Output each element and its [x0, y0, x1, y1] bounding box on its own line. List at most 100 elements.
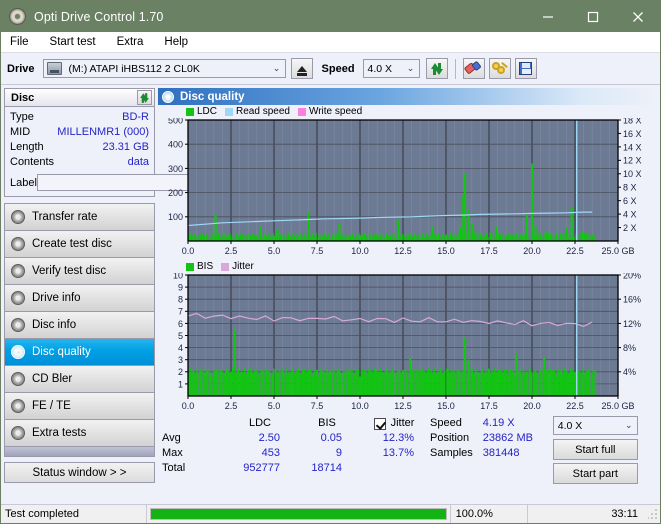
speed-info-label: Speed [430, 416, 473, 431]
sidebar-item-label: Drive info [32, 292, 81, 304]
elapsed-time-value: 33:11 [611, 508, 638, 520]
svg-text:3: 3 [178, 355, 183, 365]
nav-list: Transfer rate Create test disc Verify te… [4, 203, 155, 457]
refresh-icon [139, 92, 149, 103]
progress-fill [151, 509, 446, 519]
close-button[interactable] [615, 1, 660, 32]
sidebar-item-label: Transfer rate [32, 211, 97, 223]
stats-panel: LDC BIS Jitter Avg 2.50 0.05 12.3% Max 4… [158, 416, 656, 487]
save-icon [519, 62, 532, 75]
svg-text:5: 5 [178, 331, 183, 341]
chevron-down-icon: ⌄ [621, 420, 637, 431]
legend-swatch-ldc [186, 108, 194, 116]
sidebar-item-cd-bler[interactable]: CD Bler [5, 366, 154, 393]
svg-text:8%: 8% [623, 343, 636, 353]
ldc-chart-legend: LDC Read speed Write speed [158, 105, 656, 118]
disc-icon [11, 264, 25, 278]
eject-button[interactable] [291, 58, 313, 79]
samples-info-label: Samples [430, 446, 473, 461]
eject-icon [297, 66, 307, 72]
svg-text:12 X: 12 X [623, 156, 642, 166]
sidebar-item-drive-info[interactable]: Drive info [5, 285, 154, 312]
toolbar-divider [455, 59, 456, 79]
svg-text:4: 4 [178, 343, 183, 353]
stats-row-avg-label: Avg [162, 431, 224, 446]
stats-total-ldc: 952777 [224, 461, 296, 476]
jitter-label: Jitter [391, 416, 415, 431]
disc-icon [11, 291, 25, 305]
menu-file[interactable]: File [10, 36, 29, 48]
refresh-button[interactable] [426, 58, 448, 79]
legend-label-ldc: LDC [197, 106, 217, 117]
erase-button[interactable] [463, 58, 485, 79]
status-window-button[interactable]: Status window > > [4, 462, 155, 483]
svg-text:2.5: 2.5 [225, 246, 238, 256]
drive-icon [47, 62, 62, 75]
legend-swatch-read-speed [225, 108, 233, 116]
sidebar-item-label: Disc info [32, 319, 76, 331]
svg-text:10.0: 10.0 [351, 246, 369, 256]
stats-avg-bis: 0.05 [296, 431, 358, 446]
test-speed-select[interactable]: 4.0 X ⌄ [553, 416, 638, 435]
svg-text:2 X: 2 X [623, 223, 637, 233]
disc-row-contents: Contents data [10, 155, 149, 170]
sidebar-item-disc-info[interactable]: Disc info [5, 312, 154, 339]
svg-text:5.0: 5.0 [268, 401, 281, 411]
keys-button[interactable] [489, 58, 511, 79]
start-full-button[interactable]: Start full [553, 439, 638, 460]
sidebar-item-verify-test-disc[interactable]: Verify test disc [5, 258, 154, 285]
stats-avg-ldc: 2.50 [224, 431, 296, 446]
legend-label-write-speed: Write speed [309, 106, 362, 117]
sidebar-item-fe-te[interactable]: FE / TE [5, 393, 154, 420]
ldc-chart-svg: 1002003004005002 X4 X6 X8 X10 X12 X14 X1… [158, 118, 652, 258]
disc-type-label: Type [10, 110, 34, 125]
legend-swatch-jitter [221, 263, 229, 271]
svg-text:20.0: 20.0 [523, 246, 541, 256]
menu-help[interactable]: Help [164, 36, 188, 48]
refresh-icon [430, 62, 444, 76]
sidebar-item-transfer-rate[interactable]: Transfer rate [5, 204, 154, 231]
start-part-button[interactable]: Start part [553, 463, 638, 484]
svg-text:16 X: 16 X [623, 129, 642, 139]
disc-type-value: BD-R [122, 110, 149, 125]
svg-text:1: 1 [178, 379, 183, 389]
stats-corner [162, 416, 224, 431]
legend-swatch-write-speed [298, 108, 306, 116]
test-action-controls: 4.0 X ⌄ Start full Start part [553, 416, 638, 487]
save-button[interactable] [515, 58, 537, 79]
stats-grid: LDC BIS Jitter Avg 2.50 0.05 12.3% Max 4… [162, 416, 430, 476]
progress-percent: 100.0% [451, 505, 529, 523]
svg-text:500: 500 [168, 118, 183, 125]
disc-icon [9, 8, 26, 25]
speed-select[interactable]: 4.0 X ⌄ [363, 59, 420, 78]
sidebar-item-create-test-disc[interactable]: Create test disc [5, 231, 154, 258]
legend-label-read-speed: Read speed [236, 106, 290, 117]
minimize-button[interactable] [525, 1, 570, 32]
bis-chart: BIS Jitter 123456789104%8%12%16%20%0.02.… [158, 260, 656, 413]
svg-text:300: 300 [168, 164, 183, 174]
disc-refresh-button[interactable] [137, 90, 152, 105]
svg-text:10: 10 [173, 273, 183, 280]
svg-text:2: 2 [178, 367, 183, 377]
maximize-button[interactable] [570, 1, 615, 32]
svg-text:18 X: 18 X [623, 118, 642, 125]
disc-mid-value: MILLENMR1 (000) [57, 125, 149, 140]
menu-extra[interactable]: Extra [117, 36, 144, 48]
sidebar-item-label: FE / TE [32, 400, 71, 412]
eraser-icon [463, 58, 484, 78]
page-title: Disc quality [180, 91, 245, 103]
sidebar-item-label: Verify test disc [32, 265, 106, 277]
speed-label: Speed [322, 63, 355, 75]
svg-text:100: 100 [168, 212, 183, 222]
sidebar-item-disc-quality[interactable]: Disc quality [5, 339, 154, 366]
menu-start-test[interactable]: Start test [50, 36, 96, 48]
jitter-checkbox[interactable] [374, 418, 386, 430]
disc-row-type: Type BD-R [10, 110, 149, 125]
sidebar-item-extra-tests[interactable]: Extra tests [5, 420, 154, 447]
resize-grip-icon[interactable] [648, 508, 660, 520]
legend-item-read-speed: Read speed [225, 106, 290, 117]
progress-track [150, 508, 447, 520]
drive-select-value: (M:) ATAPI iHBS112 2 CL0K [65, 63, 269, 75]
ldc-chart: LDC Read speed Write speed 1002003004005… [158, 105, 656, 258]
drive-select[interactable]: (M:) ATAPI iHBS112 2 CL0K ⌄ [43, 59, 286, 78]
